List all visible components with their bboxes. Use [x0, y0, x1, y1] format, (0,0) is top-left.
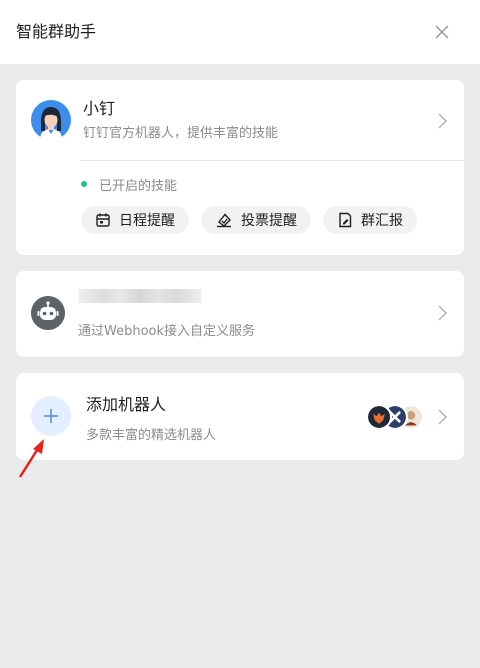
add-robot-description: 多款丰富的精选机器人: [86, 428, 217, 443]
skill-list: 日程提醒 投票提醒 群汇报: [81, 206, 417, 234]
annotation-arrow-icon: [18, 439, 44, 478]
xiaoding-description: 钉钉官方机器人，提供丰富的技能: [83, 126, 279, 141]
add-robot-card[interactable]: 添加机器人 多款丰富的精选机器人: [16, 373, 464, 460]
enabled-skills-label: 已开启的技能: [99, 178, 178, 194]
robot-avatar-icon: [31, 296, 65, 330]
xiaoding-name: 小钉: [83, 99, 116, 118]
page-title: 智能群助手: [16, 22, 97, 41]
chevron-right-icon[interactable]: [436, 112, 448, 130]
divider: [80, 160, 464, 161]
skill-chip-report[interactable]: 群汇报: [323, 206, 417, 234]
add-robot-title: 添加机器人: [86, 395, 167, 414]
vote-icon: [217, 213, 231, 228]
skill-chip-schedule[interactable]: 日程提醒: [81, 206, 189, 234]
header: 智能群助手: [0, 0, 480, 64]
plus-icon: [44, 409, 58, 423]
skill-label: 日程提醒: [119, 213, 175, 229]
status-dot: [81, 181, 87, 187]
chevron-right-icon[interactable]: [436, 408, 448, 426]
fox-robot-icon: [366, 404, 392, 430]
skill-label: 投票提醒: [241, 213, 297, 229]
add-robot-button[interactable]: [31, 396, 71, 436]
xiaoding-card[interactable]: 小钉 钉钉官方机器人，提供丰富的技能 已开启的技能 日程提醒 投票提醒 群汇报: [16, 80, 464, 255]
close-icon[interactable]: [430, 20, 454, 44]
featured-robots: [366, 404, 426, 430]
webhook-bot-card[interactable]: 通过Webhook接入自定义服务: [16, 271, 464, 357]
xiaoding-avatar: [31, 100, 71, 140]
calendar-icon: [96, 213, 110, 227]
chevron-right-icon[interactable]: [436, 304, 448, 322]
skill-chip-vote[interactable]: 投票提醒: [201, 206, 311, 234]
webhook-bot-description: 通过Webhook接入自定义服务: [78, 324, 256, 339]
enabled-skills-row: 已开启的技能: [81, 176, 178, 194]
report-icon: [339, 212, 352, 228]
skill-label: 群汇报: [361, 213, 403, 229]
blurred-robot-name: [78, 289, 202, 303]
